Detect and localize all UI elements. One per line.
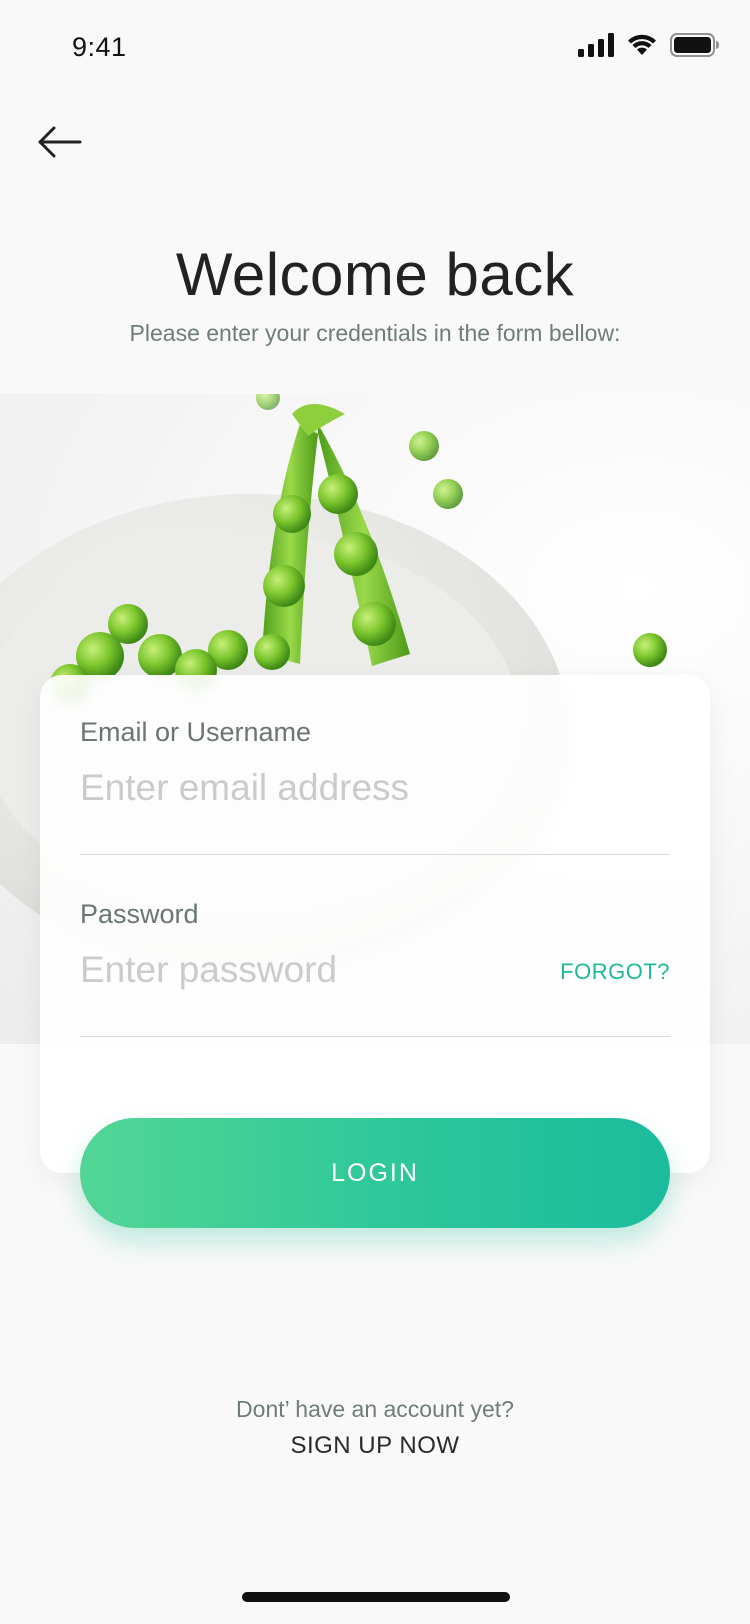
login-screen: 9:41 Welcome back Please enter your cred… (0, 0, 750, 1624)
status-bar: 9:41 (0, 0, 750, 100)
email-label: Email or Username (80, 717, 312, 747)
password-label: Password (80, 899, 199, 929)
forgot-password-link[interactable]: FORGOT? (560, 959, 670, 985)
home-indicator (242, 1592, 510, 1602)
page-subtitle: Please enter your credentials in the for… (129, 320, 621, 346)
email-underline (80, 854, 670, 855)
signup-prompt: Dont’ have an account yet? (236, 1396, 514, 1422)
signup-link[interactable]: SIGN UP NOW (0, 1432, 750, 1460)
wifi-icon (626, 33, 658, 62)
password-underline (80, 1036, 670, 1037)
signal-icon (578, 32, 614, 62)
back-button[interactable] (36, 118, 84, 166)
battery-icon (670, 32, 720, 62)
email-field[interactable] (80, 763, 560, 813)
status-time: 9:41 (72, 32, 127, 62)
arrow-left-icon (38, 126, 82, 158)
page-title: Welcome back (175, 241, 575, 308)
login-form-card: Email or Username Password FORGOT? (40, 675, 710, 1173)
password-field[interactable] (80, 945, 560, 995)
login-button[interactable]: LOGIN (80, 1118, 670, 1228)
status-icons (578, 32, 720, 62)
